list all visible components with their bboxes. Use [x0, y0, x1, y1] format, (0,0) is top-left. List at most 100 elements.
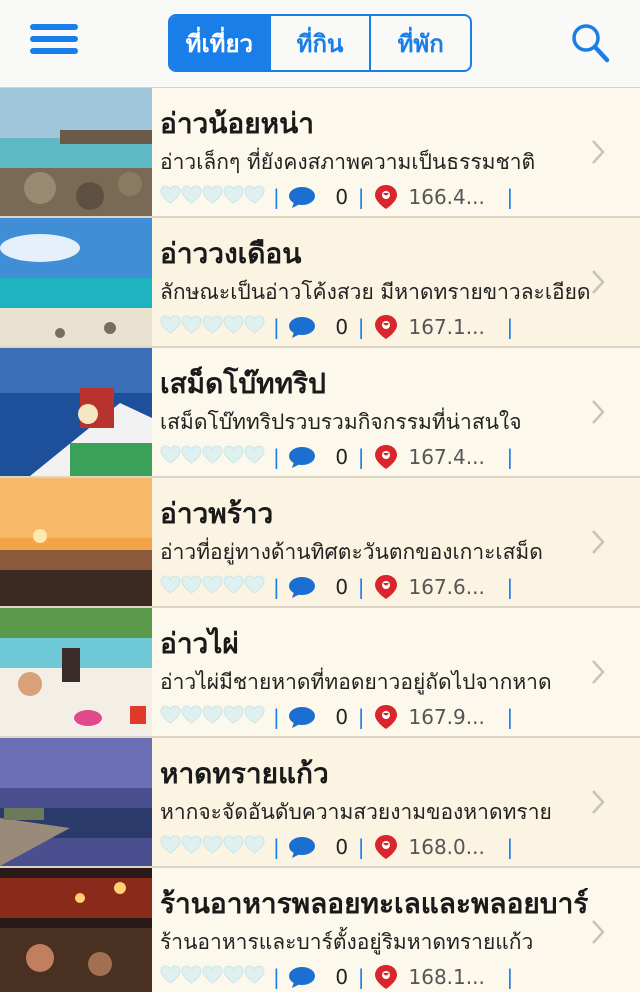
heart-icon — [244, 964, 265, 990]
rating-hearts — [160, 834, 265, 860]
tab-attractions[interactable]: ที่เที่ยว — [170, 16, 269, 70]
place-thumbnail — [0, 868, 152, 992]
place-row[interactable]: อ่าวน้อยหน่า อ่าวเล็กๆ ที่ยังคงสภาพความเ… — [0, 88, 640, 218]
place-row[interactable]: อ่าววงเดือน ลักษณะเป็นอ่าวโค้งสวย มีหาดท… — [0, 218, 640, 348]
heart-icon — [223, 574, 244, 600]
place-meta: | 0 | 168.1... | — [160, 964, 513, 990]
separator: | — [506, 965, 514, 989]
speech-bubble-icon — [288, 707, 315, 728]
separator: | — [273, 705, 280, 729]
location-pin-icon — [374, 575, 397, 599]
heart-icon — [223, 444, 244, 470]
place-thumbnail — [0, 608, 152, 736]
heart-icon — [181, 834, 202, 860]
place-thumbnail — [0, 348, 152, 476]
place-meta: | 0 | 167.1... | — [160, 314, 513, 340]
comment-count: 0 — [335, 185, 349, 209]
place-row[interactable]: หาดทรายแก้ว หากจะจัดอันดับความสวยงามของห… — [0, 738, 640, 868]
heart-icon — [223, 704, 244, 730]
comment-count: 0 — [335, 445, 349, 469]
location-pin-icon — [374, 185, 397, 209]
place-description: ร้านอาหารและบาร์ตั้งอยู่ริมหาดทรายแก้ว — [160, 930, 534, 954]
heart-icon — [202, 834, 223, 860]
heart-icon — [160, 704, 181, 730]
place-description: เสม็ดโบ๊ททริปรวบรวมกิจกรรมที่น่าสนใจ — [160, 410, 522, 434]
separator: | — [273, 315, 280, 339]
place-description: อ่าวที่อยู่ทางด้านทิศตะวันตกของเกาะเสม็ด — [160, 540, 543, 564]
heart-icon — [160, 834, 181, 860]
separator: | — [506, 185, 514, 209]
chevron-right-icon — [592, 140, 605, 164]
place-photo — [0, 608, 152, 736]
place-row[interactable]: อ่าวพร้าว อ่าวที่อยู่ทางด้านทิศตะวันตกขอ… — [0, 478, 640, 608]
place-description: อ่าวไผ่มีชายหาดที่ทอดยาวอยู่ถัดไปจากหาด — [160, 670, 552, 694]
place-thumbnail — [0, 478, 152, 606]
heart-icon — [181, 964, 202, 990]
separator: | — [506, 315, 514, 339]
speech-bubble-icon — [288, 967, 315, 988]
place-photo — [0, 478, 152, 606]
heart-icon — [160, 574, 181, 600]
separator: | — [273, 185, 280, 209]
location-pin-icon — [374, 445, 397, 469]
comment-count: 0 — [335, 705, 349, 729]
place-title: อ่าวพร้าว — [160, 497, 274, 530]
distance-value: 167.1... — [408, 315, 485, 339]
comment-count: 0 — [335, 835, 349, 859]
heart-icon — [244, 834, 265, 860]
heart-icon — [202, 444, 223, 470]
separator: | — [273, 575, 280, 599]
heart-icon — [181, 444, 202, 470]
place-photo — [0, 738, 152, 866]
comment-count: 0 — [335, 965, 349, 989]
heart-icon — [160, 444, 181, 470]
top-navigation-bar: ที่เที่ยว ที่กิน ที่พัก — [0, 0, 640, 88]
place-meta: | 0 | 167.9... | — [160, 704, 513, 730]
heart-icon — [244, 444, 265, 470]
heart-icon — [202, 314, 223, 340]
place-thumbnail — [0, 218, 152, 346]
distance-value: 166.4... — [408, 185, 485, 209]
heart-icon — [244, 184, 265, 210]
place-meta: | 0 | 166.4... | — [160, 184, 513, 210]
chevron-right-icon — [592, 920, 605, 944]
place-title: หาดทรายแก้ว — [160, 757, 329, 790]
place-description: ลักษณะเป็นอ่าวโค้งสวย มีหาดทรายขาวละเอีย… — [160, 280, 591, 304]
rating-hearts — [160, 574, 265, 600]
search-icon[interactable] — [570, 22, 610, 64]
chevron-right-icon — [592, 790, 605, 814]
separator: | — [357, 315, 365, 339]
place-description: หากจะจัดอันดับความสวยงามของหาดทราย — [160, 800, 552, 824]
category-segmented-control: ที่เที่ยว ที่กิน ที่พัก — [168, 14, 472, 72]
speech-bubble-icon — [288, 577, 315, 598]
heart-icon — [160, 314, 181, 340]
separator: | — [506, 575, 514, 599]
heart-icon — [181, 314, 202, 340]
place-title: เสม็ดโบ๊ททริป — [160, 367, 326, 400]
heart-icon — [202, 184, 223, 210]
heart-icon — [223, 184, 244, 210]
distance-value: 168.0... — [408, 835, 485, 859]
place-row[interactable]: ร้านอาหารพลอยทะเลและพลอยบาร์ ร้านอาหารแล… — [0, 868, 640, 992]
separator: | — [273, 965, 280, 989]
heart-icon — [181, 574, 202, 600]
heart-icon — [160, 184, 181, 210]
heart-icon — [181, 184, 202, 210]
tab-restaurants[interactable]: ที่กิน — [268, 16, 370, 70]
location-pin-icon — [374, 965, 397, 989]
place-photo — [0, 348, 152, 476]
place-row[interactable]: อ่าวไผ่ อ่าวไผ่มีชายหาดที่ทอดยาวอยู่ถัดไ… — [0, 608, 640, 738]
place-thumbnail — [0, 738, 152, 866]
comment-count: 0 — [335, 315, 349, 339]
heart-icon — [223, 964, 244, 990]
hamburger-menu-icon[interactable] — [30, 24, 78, 60]
separator: | — [273, 835, 280, 859]
heart-icon — [223, 314, 244, 340]
rating-hearts — [160, 314, 265, 340]
place-row[interactable]: เสม็ดโบ๊ททริป เสม็ดโบ๊ททริปรวบรวมกิจกรรม… — [0, 348, 640, 478]
tab-accommodation[interactable]: ที่พัก — [369, 16, 470, 70]
heart-icon — [202, 704, 223, 730]
distance-value: 167.9... — [408, 705, 485, 729]
distance-value: 167.4... — [408, 445, 485, 469]
speech-bubble-icon — [288, 187, 315, 208]
